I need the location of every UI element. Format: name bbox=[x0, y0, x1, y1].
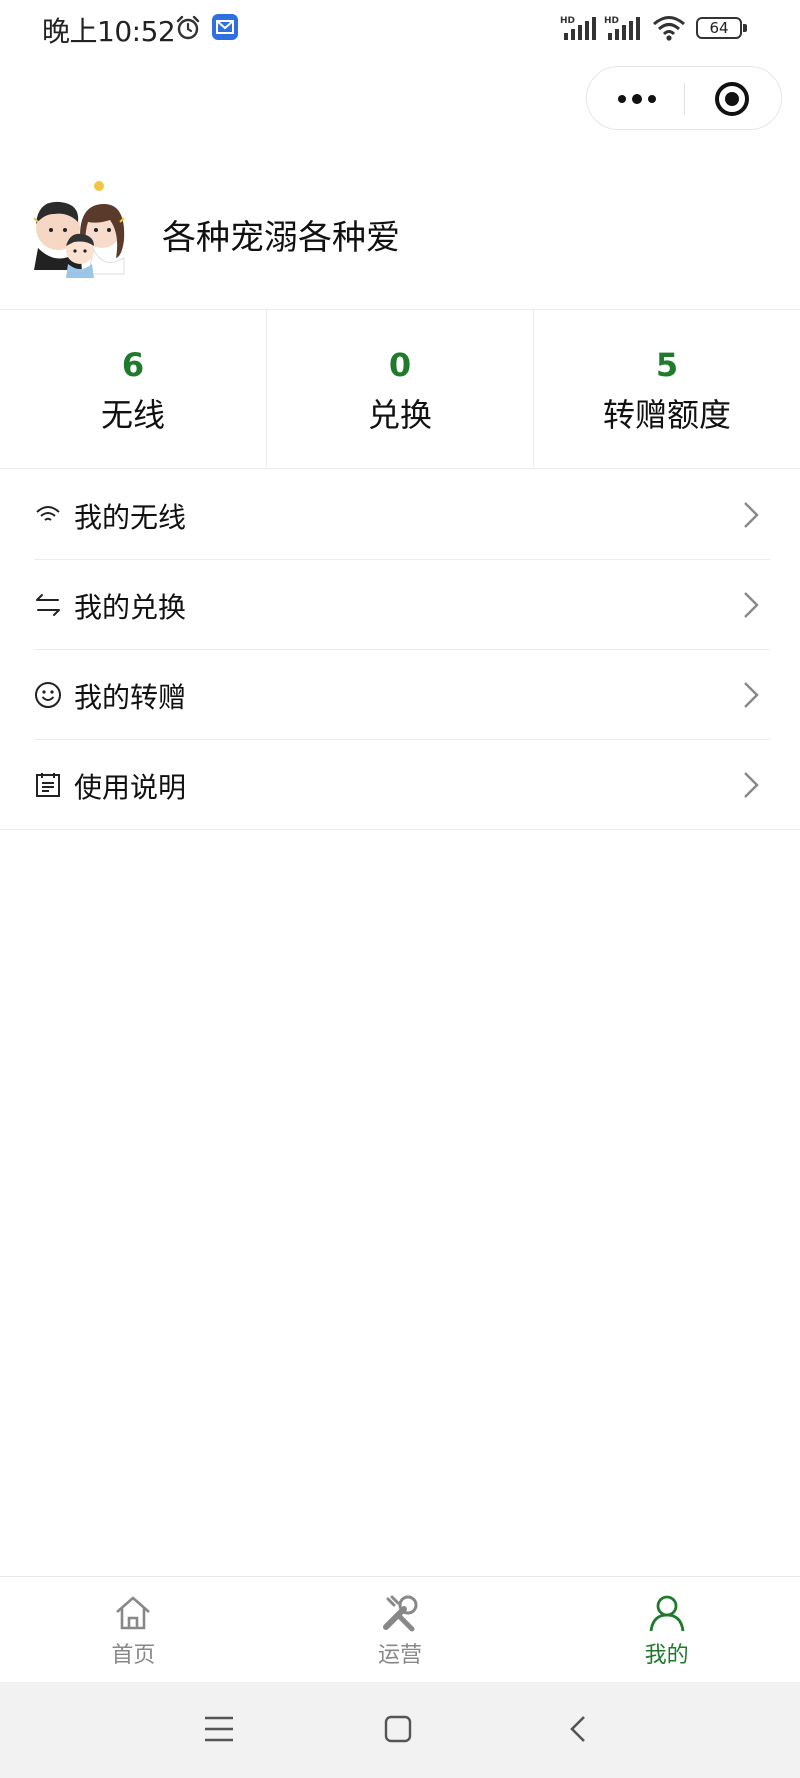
svg-text:HD: HD bbox=[560, 16, 575, 26]
battery-icon: 64 bbox=[696, 17, 747, 39]
chevron-right-icon bbox=[742, 500, 760, 530]
status-bar: 晚上10:52 HD HD 64 bbox=[0, 0, 800, 56]
stat-label: 无线 bbox=[100, 396, 165, 434]
mail-app-icon bbox=[212, 14, 238, 40]
chevron-right-icon bbox=[742, 770, 760, 800]
battery-level: 64 bbox=[709, 19, 729, 37]
menu-item-label: 我的兑换 bbox=[74, 591, 187, 624]
menu-item-label: 使用说明 bbox=[74, 771, 187, 804]
chevron-right-icon bbox=[742, 590, 760, 620]
close-target-icon[interactable] bbox=[713, 80, 751, 118]
tab-bar: 首页 运营 我的 bbox=[0, 1576, 800, 1682]
chevron-right-icon bbox=[742, 680, 760, 710]
menu-item-label: 我的无线 bbox=[74, 501, 187, 534]
profile-name: 各种宠溺各种爱 bbox=[162, 218, 400, 258]
status-time: 晚上10:52 bbox=[42, 15, 176, 48]
hd-signal-icon: HD bbox=[604, 14, 644, 46]
svg-text:HD: HD bbox=[604, 16, 619, 26]
document-icon bbox=[34, 771, 62, 799]
profile-header: 各种宠溺各种爱 bbox=[0, 170, 800, 310]
avatar[interactable] bbox=[24, 178, 134, 288]
stats-panel: 6 无线 0 兑换 5 转赠额度 bbox=[0, 309, 800, 469]
swap-icon bbox=[34, 591, 62, 619]
tools-icon bbox=[380, 1593, 420, 1633]
tab-operations[interactable]: 运营 bbox=[267, 1577, 534, 1682]
smile-icon bbox=[34, 681, 62, 709]
menu-item-my-wireless[interactable]: 我的无线 bbox=[0, 470, 800, 560]
tab-label: 我的 bbox=[644, 1643, 689, 1668]
more-icon[interactable] bbox=[613, 85, 661, 113]
wifi-icon bbox=[34, 501, 62, 529]
tab-label: 首页 bbox=[111, 1643, 156, 1668]
wifi-icon bbox=[652, 14, 686, 46]
menu-item-my-gift[interactable]: 我的转赠 bbox=[0, 650, 800, 740]
stat-exchange[interactable]: 0 兑换 bbox=[266, 310, 533, 468]
system-nav-bar bbox=[0, 1682, 800, 1778]
user-icon bbox=[647, 1593, 687, 1633]
stat-label: 兑换 bbox=[367, 396, 432, 434]
alarm-icon bbox=[174, 14, 202, 42]
divider bbox=[0, 829, 800, 830]
recents-icon[interactable] bbox=[204, 1715, 234, 1743]
home-button-icon[interactable] bbox=[384, 1715, 412, 1743]
capsule-menu bbox=[586, 66, 782, 130]
back-icon[interactable] bbox=[568, 1714, 588, 1744]
tab-mine[interactable]: 我的 bbox=[533, 1577, 800, 1682]
stat-wireless[interactable]: 6 无线 bbox=[0, 310, 266, 468]
home-icon bbox=[113, 1593, 153, 1633]
hd-signal-icon: HD bbox=[560, 14, 600, 46]
stat-value: 0 bbox=[388, 346, 412, 384]
stat-gift-quota[interactable]: 5 转赠额度 bbox=[533, 310, 800, 468]
stat-value: 6 bbox=[121, 346, 145, 384]
menu-item-instructions[interactable]: 使用说明 bbox=[0, 740, 800, 830]
menu-item-my-exchange[interactable]: 我的兑换 bbox=[0, 560, 800, 650]
menu-list: 我的无线 我的兑换 我的转赠 使用说明 bbox=[0, 470, 800, 830]
tab-home[interactable]: 首页 bbox=[0, 1577, 267, 1682]
page: 晚上10:52 HD HD 64 各种宠溺各种爱 6 无线 0 兑换 5 转赠额… bbox=[0, 0, 800, 1778]
tab-label: 运营 bbox=[378, 1643, 423, 1668]
stat-label: 转赠额度 bbox=[602, 396, 731, 434]
capsule-divider bbox=[684, 83, 685, 115]
stat-value: 5 bbox=[655, 346, 679, 384]
menu-item-label: 我的转赠 bbox=[74, 681, 187, 714]
